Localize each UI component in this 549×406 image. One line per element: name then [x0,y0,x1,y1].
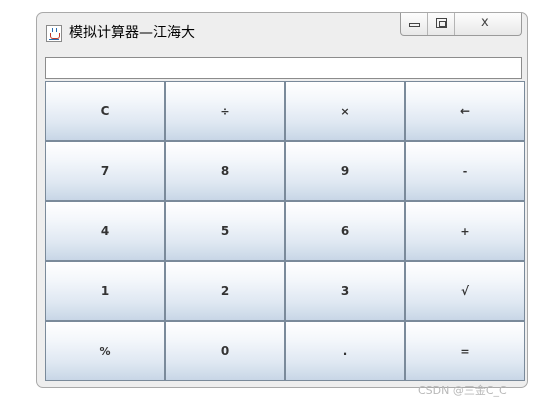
keypad: C ÷ × ← 7 8 9 - 4 5 6 + 1 2 3 √ % 0 . = [45,81,525,381]
digit-8-button[interactable]: 8 [165,141,285,201]
close-icon: ⅹ [481,15,489,30]
digit-5-button[interactable]: 5 [165,201,285,261]
percent-button[interactable]: % [45,321,165,381]
sqrt-button[interactable]: √ [405,261,525,321]
close-button[interactable]: ⅹ [455,13,521,35]
digit-6-button[interactable]: 6 [285,201,405,261]
digit-9-button[interactable]: 9 [285,141,405,201]
digit-3-button[interactable]: 3 [285,261,405,321]
digit-7-button[interactable]: 7 [45,141,165,201]
calculator-display[interactable] [45,57,522,79]
digit-0-button[interactable]: 0 [165,321,285,381]
title-bar[interactable]: 模拟计算器—江海大 ⅹ [37,13,527,51]
subtract-button[interactable]: - [405,141,525,201]
minimize-button[interactable] [401,13,428,35]
decimal-button[interactable]: . [285,321,405,381]
add-button[interactable]: + [405,201,525,261]
csdn-watermark: CSDN @三金C_C [418,384,507,397]
digit-1-button[interactable]: 1 [45,261,165,321]
equals-button[interactable]: = [405,321,525,381]
window-title: 模拟计算器—江海大 [69,25,195,41]
window-controls: ⅹ [400,13,522,36]
java-cup-icon [46,25,62,42]
digit-4-button[interactable]: 4 [45,201,165,261]
clear-button[interactable]: C [45,81,165,141]
maximize-icon [436,18,447,28]
calculator-window: 模拟计算器—江海大 ⅹ C ÷ × ← 7 8 9 - 4 5 6 + 1 2 … [36,12,528,388]
maximize-button[interactable] [428,13,455,35]
minimize-icon [409,23,420,27]
multiply-button[interactable]: × [285,81,405,141]
divide-button[interactable]: ÷ [165,81,285,141]
backspace-button[interactable]: ← [405,81,525,141]
digit-2-button[interactable]: 2 [165,261,285,321]
